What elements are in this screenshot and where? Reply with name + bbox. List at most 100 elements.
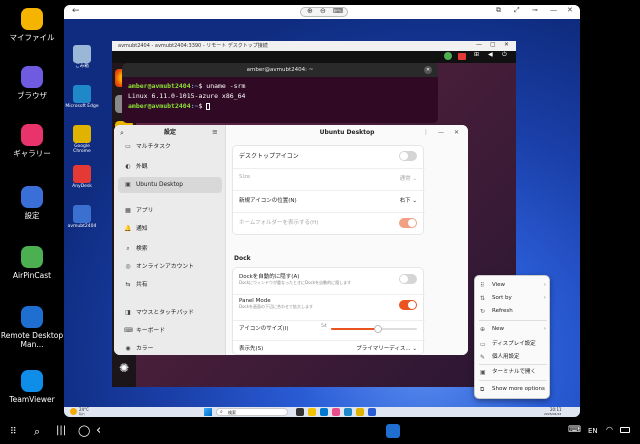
sidebar-item-icon: ⌕ — [126, 245, 130, 252]
launcher-app-1[interactable]: ブラウザ — [0, 66, 64, 100]
settings-close-icon[interactable]: ✕ — [454, 129, 459, 136]
sidebar-item-9[interactable]: ⌨ キーボード — [118, 323, 222, 339]
taskbar-app-1-icon[interactable] — [296, 408, 304, 416]
sidebar-item-2[interactable]: ▣ Ubuntu Desktop — [118, 177, 222, 193]
icon-position-dropdown[interactable]: 右下 ⌄ — [400, 196, 417, 204]
sidebar-menu-icon[interactable]: ≡ — [212, 128, 218, 136]
rdp-minimize-icon[interactable]: — — [476, 41, 482, 48]
context-menu-separator — [479, 364, 547, 365]
apps-grid-icon[interactable]: ⠿ — [10, 427, 17, 437]
window-top-bar: ← ⊕ ⊖ ⌨ ⧉ ⤢ ⊸ — ✕ — [64, 5, 580, 19]
sidebar-search-icon[interactable]: ⌕ — [120, 129, 124, 138]
close-icon[interactable]: ✕ — [567, 6, 573, 14]
sidebar-item-1[interactable]: ◐ 外観 — [118, 159, 222, 175]
desktop-icon-1[interactable]: Microsoft Edge — [65, 85, 99, 109]
sidebar-item-8[interactable]: ◨ マウスとタッチパッド — [118, 305, 222, 321]
taskbar-app-3-icon[interactable] — [320, 408, 328, 416]
context-menu-item-3[interactable]: ⊕ New › — [475, 324, 551, 335]
record-icon — [458, 53, 466, 60]
remote-desktop-taskbar-icon[interactable] — [386, 424, 400, 438]
desktop-icon-2[interactable]: Google Chrome — [65, 125, 99, 154]
context-menu-item-label: View — [492, 282, 506, 288]
icon-position-label: 新規アイコンの位置(N) — [239, 198, 297, 204]
launcher-app-3[interactable]: 設定 — [0, 186, 64, 220]
context-menu-item-1[interactable]: ⇅ Sort by › — [475, 293, 551, 304]
terminal-window[interactable]: amber@avmubt2404: ~ ✕ amber@avmubt2404:~… — [122, 63, 438, 123]
desktop-icon-0[interactable]: ごみ箱 — [65, 45, 99, 69]
minimize-icon[interactable]: — — [550, 6, 557, 14]
back-arrow-icon[interactable]: ← — [72, 6, 80, 16]
settings-menu-icon[interactable]: ⋮ — [423, 129, 429, 136]
terminal-close-icon[interactable]: ✕ — [424, 66, 432, 74]
dock-icon-size-slider[interactable] — [331, 325, 417, 333]
launcher-app-6[interactable]: TeamViewer — [0, 370, 64, 404]
sidebar-item-10[interactable]: ◉ カラー — [118, 341, 222, 355]
zoom-out-icon[interactable]: ⊖ — [320, 7, 326, 15]
context-menu-item-4[interactable]: ▭ ディスプレイ設定 — [475, 339, 551, 350]
sidebar-item-4[interactable]: 🔔 通知 — [118, 221, 222, 237]
desktop-icons-toggle[interactable] — [399, 151, 417, 161]
context-menu-item-icon: ↻ — [480, 308, 486, 315]
sidebar-item-3[interactable]: ▦ アプリ — [118, 203, 222, 219]
launcher-app-0[interactable]: マイファイル — [0, 8, 64, 42]
taskbar-app-2-icon[interactable] — [308, 408, 316, 416]
desktop-icons-title: デスクトップアイコン — [239, 153, 299, 160]
sidebar-item-0[interactable]: ▭ マルチタスク — [118, 139, 222, 155]
sidebar-item-6[interactable]: ◎ オンラインアカウント — [118, 259, 222, 275]
keyboard-toolbar-icon[interactable]: ⌨ — [333, 7, 343, 15]
context-menu-item-5[interactable]: ✎ 個人用設定 — [475, 352, 551, 363]
context-menu-item-7[interactable]: ⧉ Show more options — [475, 384, 551, 395]
rdp-close-icon[interactable]: ✕ — [504, 41, 509, 48]
desktop-icon-label: AnyDesk — [72, 184, 92, 189]
network-icon[interactable]: ⊞ — [474, 51, 479, 58]
keyboard-icon[interactable]: ⌨ — [568, 425, 581, 435]
sidebar-item-7[interactable]: ⇆ 共有 — [118, 277, 222, 293]
panel-mode-toggle[interactable] — [399, 300, 417, 310]
launcher-app-4[interactable]: AirPinCast — [0, 246, 64, 280]
context-menu-item-icon: ▭ — [480, 341, 486, 348]
search-icon[interactable]: ⌕ — [34, 425, 40, 439]
context-menu-item-0[interactable]: ⠿ View › — [475, 280, 551, 291]
context-menu-separator — [479, 320, 547, 321]
show-apps-icon[interactable]: ✺ — [115, 359, 133, 377]
back-icon[interactable]: ‹ — [96, 423, 101, 438]
sidebar-item-label: オンラインアカウント — [136, 264, 194, 270]
recent-apps-icon[interactable]: ||| — [56, 425, 66, 436]
taskbar-app-4-icon[interactable] — [332, 408, 340, 416]
taskbar-edge-icon[interactable] — [344, 408, 352, 416]
power-icon[interactable]: ⏻ — [502, 51, 507, 59]
terminal-title: amber@avmubt2404: ~ — [122, 63, 438, 77]
settings-minimize-icon[interactable]: — — [438, 129, 444, 136]
fullscreen-icon[interactable]: ⤢ — [514, 6, 520, 15]
display-dropdown[interactable]: プライマリーディス... ⌄ — [356, 344, 417, 352]
volume-icon[interactable]: ◀ — [488, 51, 493, 58]
launcher-app-5[interactable]: Remote Desktop Man... — [0, 306, 64, 349]
launcher-app-2[interactable]: ギャラリー — [0, 124, 64, 158]
taskbar-search[interactable]: ⌕ 検索 — [216, 408, 288, 416]
language-indicator[interactable]: EN — [588, 427, 598, 435]
zoom-in-icon[interactable]: ⊕ — [307, 7, 313, 15]
sidebar-item-icon: ▦ — [125, 207, 131, 214]
zoom-toolbar: ⊕ ⊖ ⌨ — [300, 7, 348, 17]
home-icon[interactable]: ◯ — [78, 424, 90, 437]
start-icon[interactable] — [204, 408, 212, 416]
home-folder-label: ホームフォルダーを表示する(H) — [239, 220, 319, 226]
context-menu-item-2[interactable]: ↻ Refresh — [475, 306, 551, 317]
popup-icon[interactable]: ⧉ — [496, 6, 501, 15]
rdp-maximize-icon[interactable]: ▢ — [490, 41, 496, 48]
sidebar-item-5[interactable]: ⌕ 検索 — [118, 241, 222, 257]
desktop-icon-3[interactable]: AnyDesk — [65, 165, 99, 189]
home-folder-toggle[interactable] — [399, 218, 417, 228]
icon-size-dropdown[interactable]: 通常 ⌄ — [400, 174, 417, 182]
context-menu-item-icon: ▣ — [480, 369, 486, 376]
desktop-icon-4[interactable]: avmubt2404 — [65, 205, 99, 229]
pin-icon[interactable]: ⊸ — [532, 6, 538, 14]
remote-desktop-view[interactable]: ごみ箱 Microsoft Edge Google Chrome AnyDesk avm… — [64, 19, 580, 417]
taskbar-rdp-icon[interactable] — [368, 408, 376, 416]
context-menu-item-6[interactable]: ▣ ターミナルで開く — [475, 367, 551, 378]
slider-knob[interactable] — [374, 325, 383, 333]
autohide-toggle[interactable] — [399, 274, 417, 284]
desktop-icon-label: Google Chrome — [73, 144, 91, 154]
icon-size-value: 通常 — [399, 176, 411, 182]
taskbar-chrome-icon[interactable] — [356, 408, 364, 416]
